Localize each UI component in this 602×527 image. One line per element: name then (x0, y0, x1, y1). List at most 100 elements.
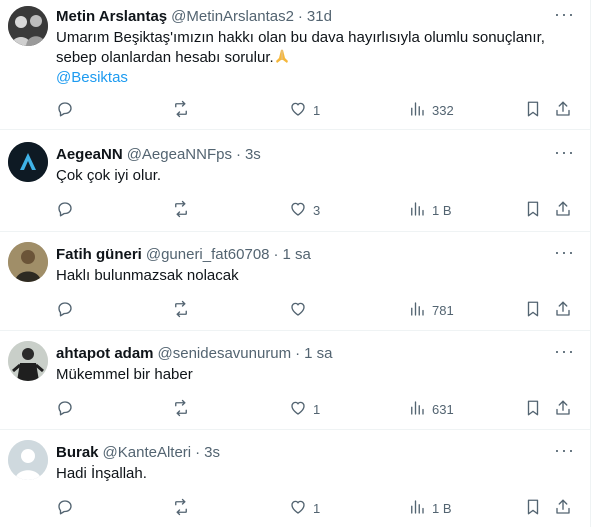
retweet-button[interactable] (172, 399, 190, 419)
separator-dot: · (235, 145, 241, 163)
user-handle[interactable]: @KanteAlteri (103, 444, 192, 461)
tweet-text-line: Umarım Beşiktaş'ımızın hakkı olan bu dav… (56, 29, 545, 46)
display-name[interactable]: Burak (56, 444, 99, 461)
view-count: 631 (432, 401, 454, 417)
share-button[interactable] (554, 399, 572, 419)
reply-button[interactable] (56, 399, 74, 419)
more-icon[interactable]: ··· (554, 143, 574, 166)
user-handle[interactable]: @AegeaNNFps (127, 146, 232, 163)
like-count: 1 (313, 401, 321, 417)
tweet-text: Haklı bulunmazsak nolacak (56, 266, 560, 286)
timestamp[interactable]: 31d (307, 8, 332, 25)
separator-dot: · (195, 443, 201, 461)
separator-dot: · (297, 7, 303, 25)
user-handle[interactable]: @senidesavunurum (158, 345, 292, 362)
tweet[interactable]: AegeaNN @AegeaNNFps · 3s ··· Çok çok iyi… (0, 130, 590, 232)
heart-icon (289, 100, 307, 121)
action-bar: 781 (56, 300, 586, 320)
bookmark-button[interactable] (524, 399, 542, 419)
more-icon[interactable]: ··· (554, 441, 574, 464)
view-count: 332 (432, 102, 454, 118)
more-icon[interactable]: ··· (554, 342, 574, 365)
avatar[interactable] (8, 440, 48, 480)
timestamp[interactable]: 1 sa (283, 246, 311, 263)
avatar[interactable] (8, 142, 48, 182)
like-button[interactable]: 1 (289, 498, 320, 518)
timestamp[interactable]: 3s (204, 444, 220, 461)
reply-button[interactable] (56, 100, 74, 120)
mention-link[interactable]: @Besiktas (56, 68, 560, 88)
reply-icon (56, 399, 74, 420)
display-name[interactable]: AegeaNN (56, 146, 123, 163)
tweet[interactable]: ahtapot adam @senidesavunurum · 1 sa ···… (0, 331, 590, 430)
more-icon[interactable]: ··· (554, 5, 574, 28)
tweet-text-line: Haklı bulunmazsak nolacak (56, 267, 239, 284)
share-icon (554, 300, 572, 321)
avatar[interactable] (8, 341, 48, 381)
like-button[interactable] (289, 300, 313, 320)
like-button[interactable]: 1 (289, 399, 320, 419)
tweet-text: Umarım Beşiktaş'ımızın hakkı olan bu dav… (56, 28, 560, 88)
tweet[interactable]: Fatih güneri @guneri_fat60708 · 1 sa ···… (0, 232, 590, 331)
display-name[interactable]: Fatih güneri (56, 246, 142, 263)
separator-dot: · (295, 344, 301, 362)
tweet-header: AegeaNN @AegeaNNFps · 3s (56, 144, 550, 164)
tweet-header: ahtapot adam @senidesavunurum · 1 sa (56, 343, 550, 363)
share-button[interactable] (554, 498, 572, 518)
display-name[interactable]: ahtapot adam (56, 345, 154, 362)
like-button[interactable]: 1 (289, 100, 320, 120)
avatar[interactable] (8, 242, 48, 282)
retweet-button[interactable] (172, 200, 190, 220)
tweet-text-line-2: sebep olanlardan hesabı sorulur. (56, 48, 560, 68)
bookmark-button[interactable] (524, 498, 542, 518)
reply-button[interactable] (56, 200, 74, 220)
share-button[interactable] (554, 300, 572, 320)
like-button[interactable]: 3 (289, 200, 320, 220)
like-count: 3 (313, 202, 321, 218)
more-icon[interactable]: ··· (554, 243, 574, 266)
tweet-text-line: sebep olanlardan hesabı sorulur. (56, 49, 274, 66)
reply-button[interactable] (56, 498, 74, 518)
retweet-icon (172, 498, 190, 519)
views-button[interactable]: 1 B (408, 498, 452, 518)
share-icon (554, 498, 572, 519)
views-button[interactable]: 781 (408, 300, 454, 320)
tweet-text: Çok çok iyi olur. (56, 166, 560, 186)
retweet-button[interactable] (172, 498, 190, 518)
tweet[interactable]: Metin Arslantaş @MetinArslantas2 · 31d ·… (0, 0, 590, 130)
tweet[interactable]: Burak @KanteAlteri · 3s ··· Hadi İnşalla… (0, 430, 590, 527)
share-icon (554, 200, 572, 221)
tweet-header: Fatih güneri @guneri_fat60708 · 1 sa (56, 244, 550, 264)
share-icon (554, 100, 572, 121)
views-button[interactable]: 332 (408, 100, 454, 120)
view-count: 1 B (432, 202, 452, 218)
retweet-icon (172, 399, 190, 420)
display-name[interactable]: Metin Arslantaş (56, 8, 167, 25)
share-button[interactable] (554, 100, 572, 120)
bookmark-icon (524, 399, 542, 420)
bookmark-button[interactable] (524, 100, 542, 120)
reply-icon (56, 100, 74, 121)
share-button[interactable] (554, 200, 572, 220)
heart-icon (289, 399, 307, 420)
user-handle[interactable]: @guneri_fat60708 (146, 246, 270, 263)
retweet-button[interactable] (172, 100, 190, 120)
bookmark-button[interactable] (524, 200, 542, 220)
action-bar: 1 631 (56, 399, 586, 419)
reply-button[interactable] (56, 300, 74, 320)
heart-icon (289, 200, 307, 221)
bookmark-icon (524, 498, 542, 519)
retweet-button[interactable] (172, 300, 190, 320)
timestamp[interactable]: 1 sa (304, 345, 332, 362)
retweet-icon (172, 100, 190, 121)
user-handle[interactable]: @MetinArslantas2 (171, 8, 294, 25)
timestamp[interactable]: 3s (245, 146, 261, 163)
views-button[interactable]: 1 B (408, 200, 452, 220)
tweet-header: Burak @KanteAlteri · 3s (56, 442, 550, 462)
views-button[interactable]: 631 (408, 399, 454, 419)
views-icon (408, 100, 426, 121)
avatar[interactable] (8, 6, 48, 46)
tweet-text-line: Hadi İnşallah. (56, 465, 147, 482)
reply-icon (56, 498, 74, 519)
bookmark-button[interactable] (524, 300, 542, 320)
